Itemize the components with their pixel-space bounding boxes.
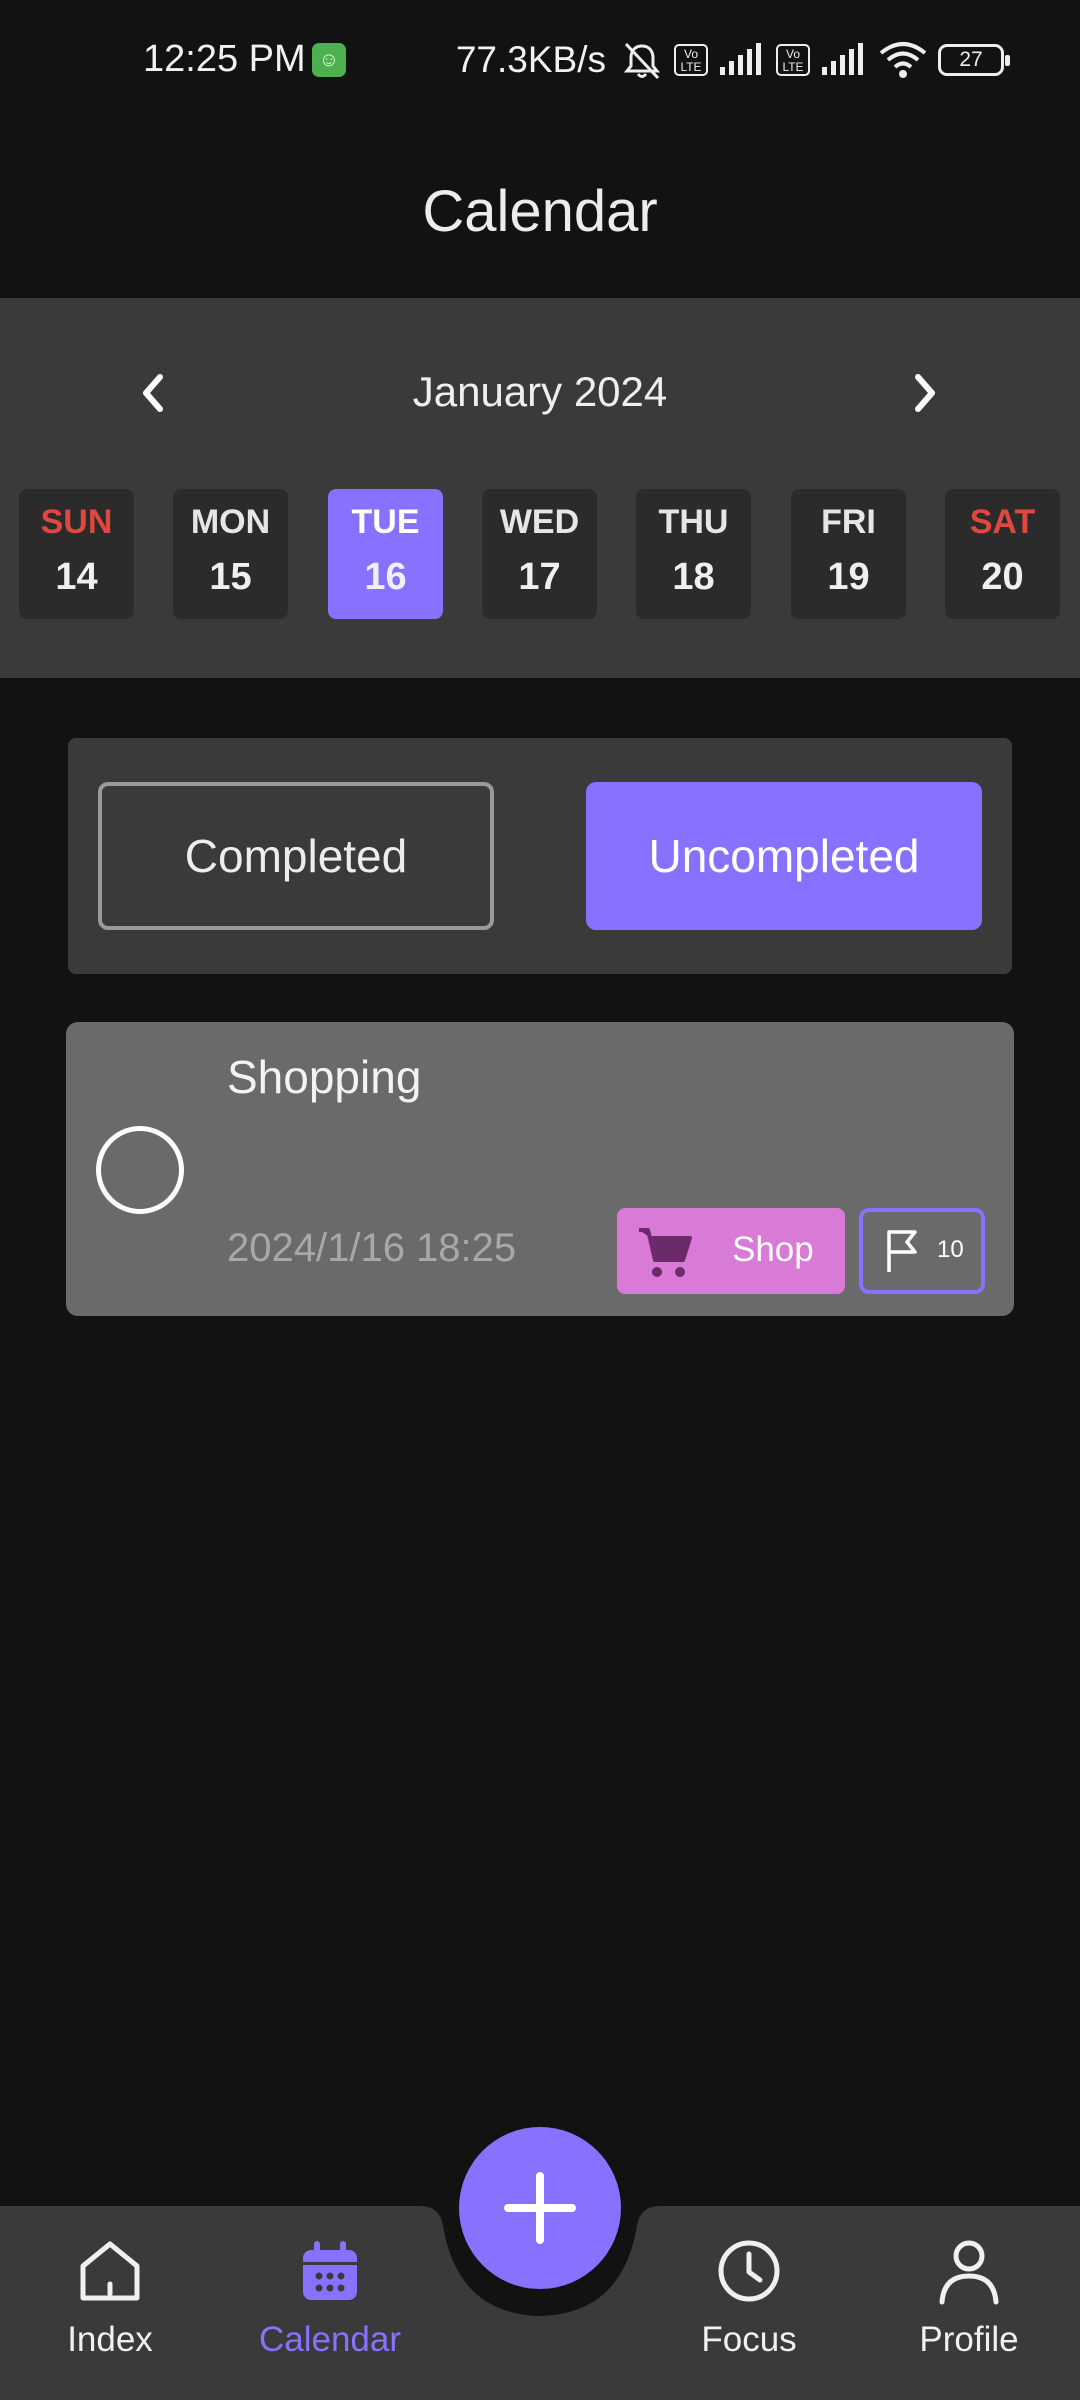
day-cell-fri[interactable]: FRI 19 [791, 489, 906, 619]
day-cell-wed[interactable]: WED 17 [482, 489, 597, 619]
calendar-icon [303, 2241, 357, 2300]
signal-icon [720, 43, 761, 75]
task-filter-panel: Completed Uncompleted [68, 738, 1012, 974]
day-name: THU [658, 503, 729, 541]
nav-label: Calendar [258, 2320, 402, 2359]
nav-label: Profile [919, 2320, 1019, 2359]
app-header: Calendar [0, 120, 1080, 298]
task-title: Shopping [227, 1051, 422, 1103]
day-name: WED [499, 503, 580, 541]
battery-indicator: 27 [938, 44, 1010, 76]
day-number: 20 [981, 556, 1024, 598]
task-tag-label: Shop [732, 1230, 814, 1269]
status-bar: 12:25 PM ☺ 77.3KB/s Vo LTE Vo LTE 27 [0, 0, 1080, 120]
day-cell-tue[interactable]: TUE 16 [328, 489, 443, 619]
nav-calendar[interactable]: Calendar [240, 2236, 420, 2386]
task-complete-checkbox[interactable] [96, 1126, 184, 1214]
task-category-tag[interactable]: Shop [617, 1208, 845, 1294]
add-task-button[interactable] [459, 2127, 621, 2289]
task-datetime: 2024/1/16 18:25 [227, 1226, 517, 1270]
home-icon [80, 2241, 140, 2301]
day-cell-sat[interactable]: SAT 20 [945, 489, 1060, 619]
priority-value: 10 [937, 1236, 964, 1263]
wifi-icon [879, 42, 927, 78]
signal-icon-2 [822, 43, 863, 75]
day-number: 18 [672, 556, 715, 598]
uncompleted-filter-button[interactable]: Uncompleted [586, 782, 982, 930]
volte-badge: Vo LTE [674, 44, 708, 76]
day-name: FRI [821, 503, 876, 541]
day-name: TUE [351, 503, 420, 541]
next-month-button[interactable] [890, 358, 960, 428]
month-navigation: January 2024 [0, 358, 1080, 428]
day-name: SUN [40, 503, 113, 541]
cart-icon [639, 1228, 692, 1277]
status-time: 12:25 PM [143, 38, 306, 80]
day-cell-thu[interactable]: THU 18 [636, 489, 751, 619]
completed-filter-button[interactable]: Completed [98, 782, 494, 930]
day-number: 19 [827, 556, 870, 598]
nav-focus[interactable]: Focus [659, 2236, 839, 2386]
day-name: SAT [969, 503, 1036, 541]
task-priority-badge[interactable]: 10 [859, 1208, 985, 1294]
clock-icon [718, 2240, 780, 2302]
person-icon [939, 2240, 999, 2305]
chevron-right-icon [915, 374, 935, 412]
volte-badge-2: Vo LTE [776, 44, 810, 76]
day-number: 14 [55, 556, 98, 598]
network-speed: 77.3KB/s [455, 39, 606, 80]
app-notification-icon: ☺ [312, 43, 346, 77]
bell-muted-icon [623, 42, 661, 80]
flag-icon [887, 1230, 917, 1272]
page-title: Calendar [422, 179, 658, 244]
plus-icon [504, 2172, 576, 2244]
calendar-panel: January 2024 SUN 14 MON 15 TUE 16 WED 17… [0, 298, 1080, 678]
status-indicators: 77.3KB/s Vo LTE Vo LTE 27 [455, 36, 1010, 84]
nav-label: Focus [701, 2320, 797, 2359]
task-card[interactable]: Shopping 2024/1/16 18:25 Shop 10 [66, 1022, 1014, 1316]
day-cell-mon[interactable]: MON 15 [173, 489, 288, 619]
nav-profile[interactable]: Profile [879, 2236, 1059, 2386]
nav-index[interactable]: Index [20, 2236, 200, 2386]
nav-label: Index [67, 2320, 153, 2359]
day-number: 17 [518, 556, 561, 598]
day-number: 16 [364, 556, 407, 598]
day-number: 15 [209, 556, 252, 598]
day-cell-sun[interactable]: SUN 14 [19, 489, 134, 619]
week-day-row: SUN 14 MON 15 TUE 16 WED 17 THU 18 FRI 1… [19, 489, 1061, 619]
day-name: MON [190, 503, 271, 541]
